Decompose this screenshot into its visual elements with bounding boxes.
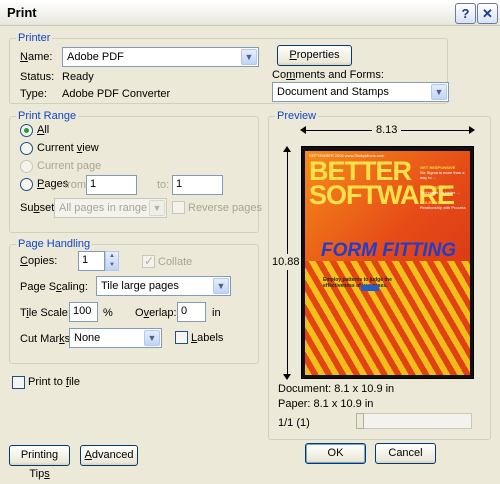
cut-marks-select[interactable]: None ▼ — [69, 328, 162, 348]
document-size-label: Document: 8.1 x 10.9 in — [278, 383, 395, 395]
page-slider-track[interactable] — [356, 413, 472, 429]
window-title: Print — [7, 5, 37, 20]
chevron-down-icon: ▼ — [213, 278, 229, 294]
cover-sidebar: GET RESPONSIVE Six Sigma is more than a … — [420, 165, 466, 210]
printer-name-value: Adobe PDF — [67, 51, 124, 63]
dimension-arrow-down-icon — [283, 374, 291, 380]
comments-forms-label: Comments and Forms: — [272, 69, 384, 81]
chevron-down-icon: ▼ — [241, 49, 257, 65]
range-all-label: All — [37, 124, 50, 136]
magazine-cover-image: SEPTEMBER 2005 www.StickyMinds.com BETTE… — [305, 151, 470, 375]
printer-status-label: Status: — [20, 71, 55, 83]
dimension-arrow-right-icon — [469, 126, 475, 134]
print-to-file-label: Print to file — [28, 376, 80, 388]
comments-forms-select[interactable]: Document and Stamps ▼ — [272, 82, 449, 102]
close-button[interactable]: ✕ — [477, 3, 498, 24]
spin-up-icon[interactable]: ▲ — [106, 252, 118, 261]
overlap-label: Overlap: — [135, 307, 177, 319]
subset-select[interactable]: All pages in range ▼ — [54, 198, 167, 218]
cover-side-1-text: Six Sigma is more than a way to ... — [420, 170, 465, 180]
preview-width-label: 8.13 — [372, 124, 402, 136]
range-current-page-radio[interactable] — [20, 160, 33, 173]
cover-side-2-text: Technique for better ... — [420, 190, 460, 195]
range-to-input[interactable]: 1 — [172, 175, 223, 195]
cancel-button[interactable]: Cancel — [375, 443, 436, 464]
properties-button[interactable]: Properties — [277, 45, 352, 66]
printing-tips-button[interactable]: Printing Tips — [9, 445, 70, 480]
cover-headline: FORM FITTING — [321, 240, 457, 261]
print-dialog: Print ? ✕ Printer Name: Adobe PDF ▼ Prop… — [0, 0, 500, 480]
spin-down-icon[interactable]: ▼ — [106, 261, 118, 270]
collate-checkbox[interactable] — [142, 254, 155, 268]
overlap-input[interactable]: 0 — [177, 302, 206, 322]
copies-input[interactable]: 1 — [78, 251, 105, 271]
cover-side-3-text: Relationship with Process — [420, 205, 466, 210]
print-to-file-checkbox[interactable] — [12, 376, 25, 389]
chevron-down-icon: ▼ — [149, 200, 165, 216]
page-scaling-value: Tile large pages — [101, 280, 179, 292]
reverse-pages-checkbox[interactable] — [172, 201, 185, 214]
page-preview-thumbnail: SEPTEMBER 2005 www.StickyMinds.com BETTE… — [301, 146, 474, 379]
print-range-group-label: Print Range — [18, 110, 77, 122]
preview-group-label: Preview — [277, 110, 317, 122]
labels-checkbox[interactable] — [175, 331, 188, 344]
cover-title: BETTER SOFTWARE — [309, 156, 455, 210]
printer-type-value: Adobe PDF Converter — [62, 88, 171, 100]
page-scaling-select[interactable]: Tile large pages ▼ — [96, 276, 231, 296]
help-button[interactable]: ? — [455, 3, 476, 24]
range-from-input[interactable]: 1 — [86, 175, 137, 195]
range-current-page-label: Current page — [37, 160, 102, 172]
collate-label: Collate — [158, 256, 193, 268]
printer-group-label: Printer — [18, 32, 51, 44]
tile-scale-input[interactable]: 100 — [69, 302, 98, 322]
range-current-view-label: Current view — [37, 142, 99, 154]
advanced-button[interactable]: Advanced — [80, 445, 138, 466]
range-pages-radio[interactable] — [20, 178, 33, 191]
cut-marks-label: Cut Marks: — [20, 333, 73, 345]
copies-spinner[interactable]: ▲ ▼ — [105, 251, 119, 271]
preview-height-label: 10.88 — [272, 254, 300, 270]
printer-name-select[interactable]: Adobe PDF ▼ — [62, 47, 259, 67]
tile-scale-unit: % — [103, 307, 113, 319]
chevron-down-icon: ▼ — [431, 84, 447, 100]
title-bar[interactable]: Print ? ✕ — [0, 0, 500, 26]
printer-name-label: Name: — [20, 51, 53, 63]
page-scaling-label: Page Scaling: — [20, 281, 88, 293]
printer-status-value: Ready — [62, 71, 94, 83]
subset-value: All pages in range — [59, 202, 148, 214]
range-to-label: to: — [157, 179, 170, 191]
page-handling-group-label: Page Handling — [18, 238, 91, 250]
labels-label: Labels — [191, 332, 224, 344]
copies-label: Copies: — [20, 255, 58, 267]
ok-button[interactable]: OK — [305, 443, 366, 464]
page-counter: 1/1 (1) — [278, 417, 310, 429]
page-slider-thumb[interactable] — [356, 413, 364, 429]
range-current-view-radio[interactable] — [20, 142, 33, 155]
comments-forms-value: Document and Stamps — [277, 86, 389, 98]
tile-scale-label: Tile Scale: — [20, 307, 71, 319]
range-all-radio[interactable] — [20, 124, 33, 137]
chevron-down-icon: ▼ — [144, 330, 160, 346]
printer-type-label: Type: — [20, 88, 47, 100]
cover-logo-badge — [361, 285, 379, 291]
subset-label: Subset: — [20, 202, 58, 214]
paper-size-label: Paper: 8.1 x 10.9 in — [278, 398, 374, 410]
cut-marks-value: None — [74, 332, 101, 344]
overlap-unit: in — [212, 307, 221, 319]
reverse-pages-label: Reverse pages — [188, 202, 262, 214]
